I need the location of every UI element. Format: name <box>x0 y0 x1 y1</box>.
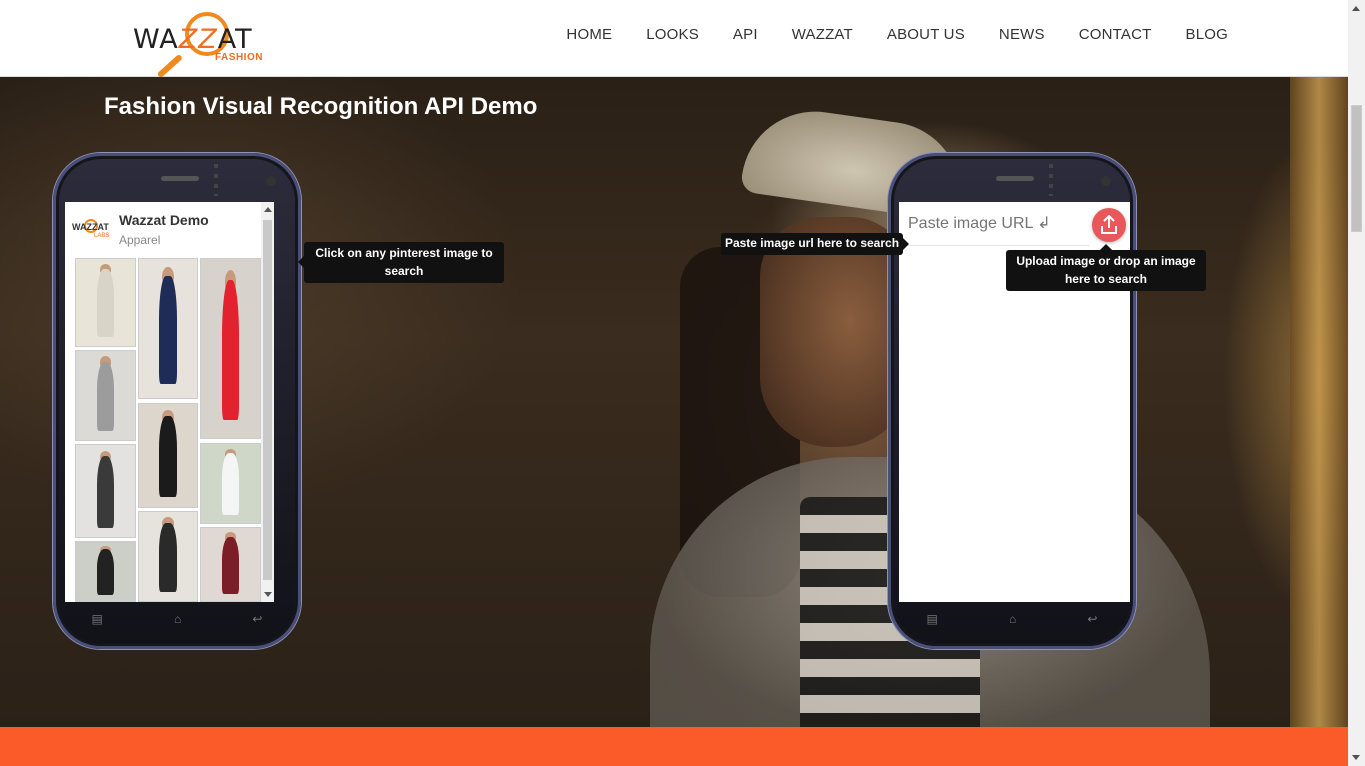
paste-url-tooltip: Paste image url here to search <box>721 233 909 255</box>
footer-band <box>0 727 1348 766</box>
menu-icon: ▤ <box>926 612 938 626</box>
left-phone: WAZZAT LABS Wazzat Demo Apparel ▤ ⌂ ↩ <box>53 153 301 649</box>
board-logo: WAZZAT LABS <box>72 219 112 241</box>
pin-image[interactable] <box>75 541 136 602</box>
camera-icon <box>266 176 276 186</box>
back-icon: ↩ <box>252 612 263 626</box>
board-title[interactable]: Wazzat Demo <box>119 212 209 228</box>
logo-subtitle: FASHION <box>215 52 263 63</box>
nav-contact[interactable]: CONTACT <box>1079 26 1152 43</box>
home-icon: ⌂ <box>174 612 182 626</box>
nav-about-us[interactable]: ABOUT US <box>887 26 965 43</box>
scroll-up-icon[interactable] <box>264 207 272 212</box>
scroll-down-icon[interactable] <box>1352 755 1360 760</box>
nav-blog[interactable]: BLOG <box>1186 26 1228 43</box>
pin-image[interactable] <box>75 444 136 538</box>
pin-image[interactable] <box>75 350 136 441</box>
background-pillar <box>1290 77 1348 727</box>
pin-image[interactable] <box>138 511 198 602</box>
pin-image[interactable] <box>200 258 261 439</box>
board-subtitle[interactable]: Apparel <box>119 233 160 247</box>
nav-wazzat[interactable]: WAZZAT <box>792 26 853 43</box>
phone-softkeys: ▤ ⌂ ↩ <box>891 612 1133 626</box>
right-phone: ▤ ⌂ ↩ <box>888 153 1136 649</box>
nav-home[interactable]: HOME <box>566 26 612 43</box>
pin-image[interactable] <box>75 258 136 347</box>
scroll-up-icon[interactable] <box>1352 6 1360 11</box>
pin-image[interactable] <box>138 403 198 508</box>
phone-softkeys: ▤ ⌂ ↩ <box>56 612 298 626</box>
pinterest-tooltip: Click on any pinterest image to search <box>298 242 504 283</box>
back-icon: ↩ <box>1087 612 1098 626</box>
page-title: Fashion Visual Recognition API Demo <box>104 93 538 120</box>
upload-tooltip: Upload image or drop an image here to se… <box>1006 244 1206 291</box>
scroll-thumb[interactable] <box>1351 105 1362 232</box>
home-icon: ⌂ <box>1009 612 1017 626</box>
image-url-input[interactable] <box>899 202 1089 246</box>
scroll-down-icon[interactable] <box>264 592 272 597</box>
upload-image-button[interactable] <box>1092 208 1126 242</box>
camera-icon <box>1101 176 1111 186</box>
pin-image[interactable] <box>200 443 261 524</box>
site-header: WAZZAT FASHION HOME LOOKS API WAZZAT ABO… <box>0 0 1348 79</box>
wazzat-logo[interactable]: WAZZAT FASHION <box>133 10 268 79</box>
nav-api[interactable]: API <box>733 26 758 43</box>
main-nav: HOME LOOKS API WAZZAT ABOUT US NEWS CONT… <box>532 26 1228 43</box>
upload-icon <box>1101 215 1117 234</box>
pin-image[interactable] <box>138 258 198 399</box>
board-header: WAZZAT LABS Wazzat Demo Apparel <box>65 202 274 252</box>
nav-looks[interactable]: LOOKS <box>646 26 699 43</box>
board-scrollbar[interactable] <box>261 202 274 602</box>
pin-image[interactable] <box>200 527 261 602</box>
page-scrollbar[interactable] <box>1348 0 1365 766</box>
pinterest-image-grid <box>75 258 262 602</box>
pinterest-board-screen: WAZZAT LABS Wazzat Demo Apparel <box>65 202 274 602</box>
nav-news[interactable]: NEWS <box>999 26 1045 43</box>
menu-icon: ▤ <box>91 612 103 626</box>
